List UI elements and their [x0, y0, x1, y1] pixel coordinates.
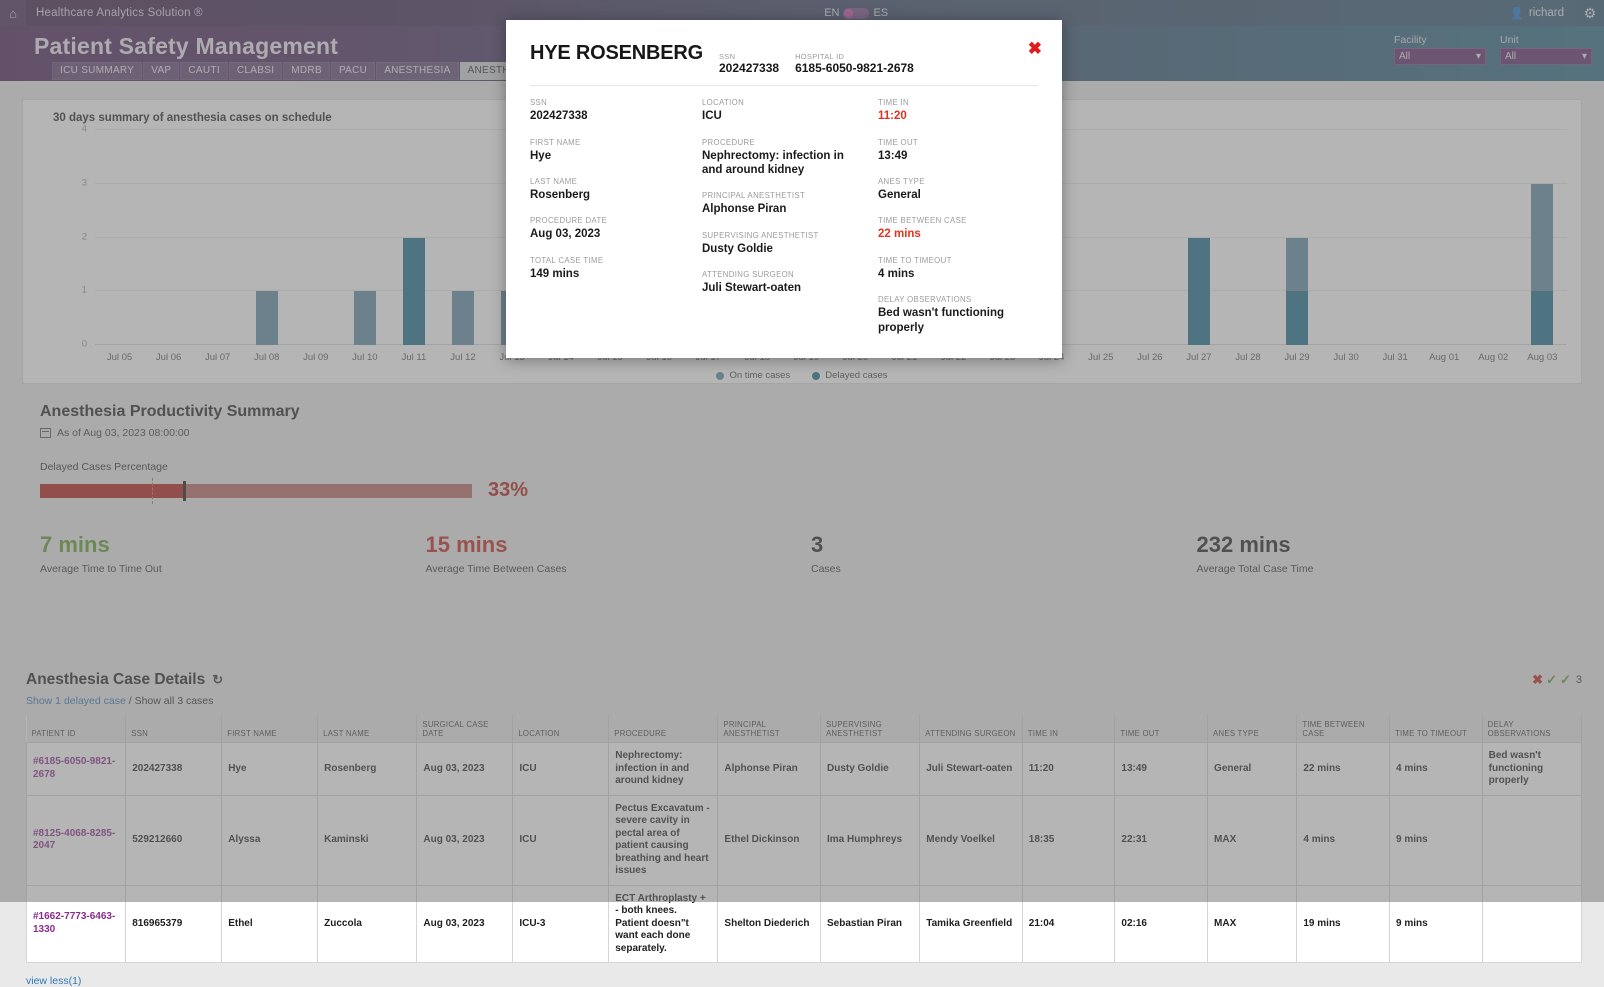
modal-field-label: ANES TYPE [878, 177, 925, 186]
modal-field-label: SSN [530, 98, 548, 108]
modal-hospital-id-group: HOSPITAL ID 6185-6050-9821-2678 [795, 52, 914, 76]
modal-field-label: PRINCIPAL ANESTHETIST [702, 191, 806, 201]
modal-field-value: Rosenberg [530, 189, 591, 201]
modal-field-label: TIME IN [878, 98, 910, 108]
modal-field-label: PROCEDURE [702, 137, 755, 147]
view-less-link[interactable]: view less(1) [26, 975, 81, 987]
modal-field-label: TIME OUT [878, 137, 919, 147]
close-icon[interactable]: ✖ [1028, 40, 1042, 57]
modal-header: HYE ROSENBERG SSN 202427338 HOSPITAL ID … [506, 20, 1062, 75]
modal-field: TIME IN 11:20 [878, 98, 1026, 123]
modal-field: ATTENDING SURGEON Juli Stewart-oaten [702, 270, 866, 295]
modal-field-value: Dusty Goldie [702, 242, 773, 255]
modal-field: TIME OUT 13:49 [878, 138, 1026, 163]
modal-field-label: TOTAL CASE TIME [530, 255, 604, 265]
patient-detail-modal: ✖ HYE ROSENBERG SSN 202427338 HOSPITAL I… [506, 20, 1062, 358]
modal-field-value: 4 mins [878, 267, 915, 280]
modal-field: TIME BETWEEN CASE 22 mins [878, 216, 1026, 241]
modal-field-value: 149 mins [530, 267, 580, 280]
modal-field-label: DELAY OBSERVATIONS [878, 295, 972, 305]
modal-field-value: Juli Stewart-oaten [702, 282, 802, 295]
modal-field-value: Hye [530, 149, 552, 162]
modal-field-label: TIME TO TIMEOUT [878, 255, 952, 265]
modal-field-label: LAST NAME [530, 177, 578, 186]
modal-field: FIRST NAME Hye [530, 138, 690, 163]
modal-field-label: PROCEDURE DATE [530, 216, 608, 226]
modal-field-value: 11:20 [878, 110, 907, 123]
modal-field: TIME TO TIMEOUT 4 mins [878, 256, 1026, 281]
modal-field: ANES TYPE General [878, 177, 1026, 202]
modal-column-2: LOCATION ICU PROCEDURE Nephrectomy: infecti… [702, 98, 878, 349]
modal-field-value: 202427338 [530, 110, 588, 123]
patient-name: HYE ROSENBERG [530, 42, 703, 64]
modal-field-value: Aug 03, 2023 [530, 228, 601, 241]
modal-column-3: TIME IN 11:20 TIME OUT 13:49 ANES TYPE Genera… [878, 98, 1038, 349]
modal-field: SUPERVISING ANESTHETIST Dusty Goldie [702, 231, 866, 256]
modal-ssn-label: SSN [719, 52, 736, 61]
modal-hospital-id-label: HOSPITAL ID [795, 52, 845, 61]
modal-field-value: General [878, 189, 921, 201]
patient-id-link[interactable]: #1662-7773-6463-1330 [33, 911, 115, 935]
modal-ssn-value: 202427338 [719, 61, 780, 76]
modal-field: LAST NAME Rosenberg [530, 177, 690, 202]
modal-field: SSN 202427338 [530, 98, 690, 123]
modal-field: LOCATION ICU [702, 98, 866, 123]
modal-field-value: Nephrectomy: infection in and around kid… [702, 149, 844, 176]
modal-field-label: SUPERVISING ANESTHETIST [702, 230, 819, 240]
modal-hospital-id-value: 6185-6050-9821-2678 [795, 61, 914, 76]
modal-field: PROCEDURE Nephrectomy: infection in and a… [702, 138, 866, 178]
modal-field-label: ATTENDING SURGEON [702, 270, 795, 280]
modal-field-label: TIME BETWEEN CASE [878, 216, 967, 226]
modal-field-value: Alphonse Piran [702, 203, 787, 216]
modal-ssn-group: SSN 202427338 [719, 52, 780, 76]
modal-field-value: 13:49 [878, 149, 908, 162]
modal-field-value: Bed wasn't functioning properly [878, 307, 1005, 334]
modal-field-label: LOCATION [702, 98, 745, 108]
modal-field: TOTAL CASE TIME 149 mins [530, 256, 690, 281]
modal-field: PRINCIPAL ANESTHETIST Alphonse Piran [702, 191, 866, 216]
modal-column-1: SSN 202427338 FIRST NAME Hye LAST NAME Rosenb… [530, 98, 702, 349]
modal-field: DELAY OBSERVATIONS Bed wasn't functioning… [878, 295, 1026, 335]
modal-field-label: FIRST NAME [530, 137, 581, 147]
modal-columns: SSN 202427338 FIRST NAME Hye LAST NAME Rosenb… [506, 86, 1062, 349]
view-less-row: view less(1) [26, 975, 1582, 987]
modal-field-value: ICU [702, 110, 722, 123]
modal-field: PROCEDURE DATE Aug 03, 2023 [530, 216, 690, 241]
modal-field-value: 22 mins [878, 228, 921, 241]
